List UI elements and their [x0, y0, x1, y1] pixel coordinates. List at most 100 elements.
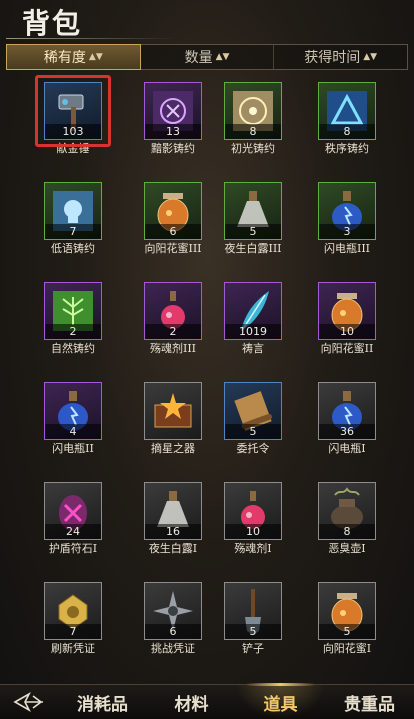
tab-consumables[interactable]: 消耗品	[58, 685, 147, 719]
inventory-item[interactable]: 5 铲子	[218, 576, 288, 656]
item-quantity: 5	[225, 424, 281, 439]
sort-tab-label: 获得时间	[304, 50, 361, 66]
item-quantity: 5	[319, 624, 375, 639]
item-slot-frame: 6	[144, 582, 202, 640]
item-name: 铲子	[242, 642, 264, 655]
item-name: 黯影铸约	[151, 142, 195, 155]
inventory-item[interactable]: 6 挑战凭证	[138, 576, 208, 656]
item-slot-frame: 5	[318, 582, 376, 640]
item-slot-frame: 2	[44, 282, 102, 340]
item-slot-frame: 1019	[224, 282, 282, 340]
sort-tab-acquired-time[interactable]: 获得时间 ▲▼	[274, 45, 407, 69]
item-slot-frame: 36	[318, 382, 376, 440]
bottom-nav: 消耗品 材料 道具 贵重品	[0, 683, 414, 719]
item-quantity: 5	[225, 224, 281, 239]
item-quantity: 24	[45, 524, 101, 539]
inventory-item[interactable]: 8 秩序铸约	[312, 76, 382, 156]
item-quantity: 6	[145, 224, 201, 239]
inventory-item[interactable]: 8 恶臭壶I	[312, 476, 382, 556]
inventory-item[interactable]: 6 向阳花蜜III	[138, 176, 208, 256]
back-button[interactable]	[0, 685, 58, 719]
item-name: 闪电瓶I	[328, 442, 366, 455]
inventory-item[interactable]: 7 刷新凭证	[38, 576, 108, 656]
back-arrow-icon	[13, 691, 43, 713]
item-quantity: 2	[145, 324, 201, 339]
item-quantity: 4	[45, 424, 101, 439]
item-quantity: 3	[319, 224, 375, 239]
item-quantity: 13	[145, 124, 201, 139]
inventory-item[interactable]: 36 闪电瓶I	[312, 376, 382, 456]
item-quantity: 5	[225, 624, 281, 639]
tab-valuables[interactable]: 贵重品	[325, 685, 414, 719]
item-name: 夜生白露I	[148, 542, 198, 555]
item-quantity: 8	[319, 524, 375, 539]
sort-arrows-icon: ▲▼	[363, 52, 378, 62]
sort-bar: 稀有度 ▲▼ 数量 ▲▼ 获得时间 ▲▼	[6, 44, 408, 70]
item-slot-frame: 5	[224, 382, 282, 440]
item-name: 闪电瓶II	[52, 442, 94, 455]
sort-tab-rarity[interactable]: 稀有度 ▲▼	[6, 44, 141, 70]
item-name: 自然铸约	[51, 342, 95, 355]
item-name: 恶臭壶I	[328, 542, 366, 555]
inventory-item[interactable]: 8 初光铸约	[218, 76, 288, 156]
item-name: 刷新凭证	[51, 642, 95, 655]
item-name: 委托令	[236, 442, 270, 455]
inventory-item[interactable]: 3 闪电瓶III	[312, 176, 382, 256]
item-name: 夜生白露III	[224, 242, 282, 255]
item-slot-frame: 3	[318, 182, 376, 240]
item-quantity: 8	[319, 124, 375, 139]
selection-highlight	[35, 75, 111, 147]
sort-tab-quantity[interactable]: 数量 ▲▼	[141, 45, 275, 69]
inventory-item[interactable]: 10 殇魂剂I	[218, 476, 288, 556]
inventory-item[interactable]: 24 护盾符石I	[38, 476, 108, 556]
inventory-item[interactable]: 7 低语铸约	[38, 176, 108, 256]
inventory-item[interactable]: 5 委托令	[218, 376, 288, 456]
item-name: 低语铸约	[51, 242, 95, 255]
title-divider	[6, 38, 176, 39]
item-slot-frame: 2	[144, 282, 202, 340]
item-name: 挑战凭证	[151, 642, 195, 655]
inventory-item[interactable]: 16 夜生白露I	[138, 476, 208, 556]
item-slot-frame: 10	[318, 282, 376, 340]
sort-arrows-icon: ▲▼	[88, 52, 103, 62]
page-title: 背包	[22, 7, 83, 40]
item-slot-frame: 10	[224, 482, 282, 540]
item-slot-frame	[144, 382, 202, 440]
item-name: 殇魂剂III	[149, 342, 197, 355]
item-name: 祷言	[242, 342, 264, 355]
item-name: 摘星之器	[151, 442, 195, 455]
item-quantity: 1019	[225, 324, 281, 339]
inventory-item[interactable]: 摘星之器	[138, 376, 208, 456]
item-slot-frame: 8	[318, 82, 376, 140]
inventory-item[interactable]: 2 殇魂剂III	[138, 276, 208, 356]
inventory-item[interactable]: 103 献金锤	[35, 75, 111, 156]
item-quantity: 7	[45, 624, 101, 639]
inventory-item[interactable]: 4 闪电瓶II	[38, 376, 108, 456]
item-slot-frame: 13	[144, 82, 202, 140]
inventory-item[interactable]: 13 黯影铸约	[138, 76, 208, 156]
item-quantity: 6	[145, 624, 201, 639]
item-quantity: 36	[319, 424, 375, 439]
item-name: 秩序铸约	[325, 142, 369, 155]
item-name: 初光铸约	[231, 142, 275, 155]
inventory-item[interactable]: 1019 祷言	[218, 276, 288, 356]
inventory-item[interactable]: 10 向阳花蜜II	[312, 276, 382, 356]
inventory-item[interactable]: 2 自然铸约	[38, 276, 108, 356]
inventory-item[interactable]: 5 夜生白露III	[218, 176, 288, 256]
tab-materials[interactable]: 材料	[147, 685, 236, 719]
item-name: 向阳花蜜III	[144, 242, 202, 255]
item-slot-frame: 6	[144, 182, 202, 240]
item-slot-frame: 4	[44, 382, 102, 440]
sort-tab-label: 数量	[184, 50, 213, 66]
sort-tab-label: 稀有度	[43, 50, 86, 66]
star-box-icon	[154, 393, 192, 428]
item-name: 向阳花蜜I	[322, 642, 372, 655]
item-quantity: 16	[145, 524, 201, 539]
tab-items[interactable]: 道具	[236, 683, 325, 719]
sort-arrows-icon: ▲▼	[215, 52, 230, 62]
item-name: 向阳花蜜II	[320, 342, 374, 355]
item-slot-frame: 8	[224, 82, 282, 140]
inventory-item[interactable]: 5 向阳花蜜I	[312, 576, 382, 656]
item-name: 护盾符石I	[48, 542, 98, 555]
item-quantity: 10	[225, 524, 281, 539]
